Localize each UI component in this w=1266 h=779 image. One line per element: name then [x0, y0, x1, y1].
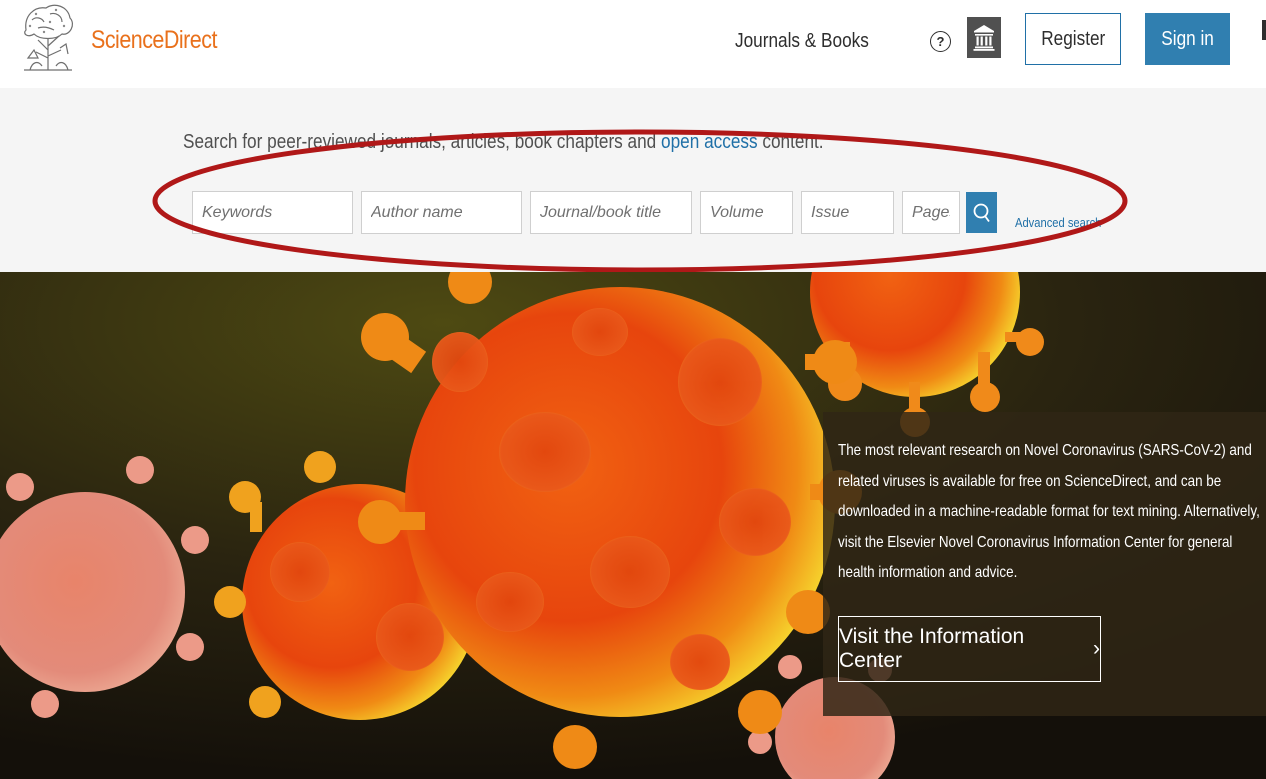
site-header: ScienceDirect Journals & Books ? Registe…	[0, 0, 1266, 88]
quick-search-section: Search for peer-reviewed journals, artic…	[0, 88, 1266, 272]
institution-icon	[973, 25, 995, 51]
site-brand[interactable]: ScienceDirect	[91, 26, 217, 55]
keywords-input[interactable]	[192, 191, 353, 234]
elsevier-tree-logo[interactable]	[20, 0, 76, 74]
issue-input[interactable]	[801, 191, 894, 234]
register-button-label: Register	[1040, 27, 1106, 50]
hero-banner: The most relevant research on Novel Coro…	[0, 272, 1266, 779]
search-button[interactable]	[966, 192, 997, 233]
pages-input[interactable]	[902, 191, 960, 234]
coronavirus-info-panel: The most relevant research on Novel Coro…	[823, 412, 1266, 716]
journal-book-title-input[interactable]	[530, 191, 692, 234]
search-icon	[973, 203, 990, 222]
advanced-search-link[interactable]: Advanced search	[1015, 215, 1101, 230]
chevron-right-icon: ›	[1093, 637, 1100, 660]
volume-input[interactable]	[700, 191, 793, 234]
cut-off-header-item	[1262, 20, 1266, 40]
institution-button[interactable]	[967, 17, 1001, 58]
journals-books-link[interactable]: Journals & Books	[735, 30, 869, 53]
open-access-link[interactable]: open access	[661, 131, 758, 153]
sign-in-button[interactable]: Sign in	[1145, 13, 1230, 65]
coronavirus-info-text: The most relevant research on Novel Coro…	[838, 442, 1260, 581]
search-intro-suffix: content.	[757, 131, 824, 153]
search-intro-text: Search for peer-reviewed journals, artic…	[183, 131, 824, 154]
visit-information-center-label: Visit the Information Center	[839, 625, 1025, 672]
register-button[interactable]: Register	[1025, 13, 1121, 65]
visit-information-center-button[interactable]: Visit the Information Center ›	[838, 616, 1101, 682]
search-intro-prefix: Search for peer-reviewed journals, artic…	[183, 131, 662, 153]
author-name-input[interactable]	[361, 191, 522, 234]
help-icon[interactable]: ?	[930, 31, 951, 52]
sign-in-button-label: Sign in	[1161, 27, 1214, 50]
